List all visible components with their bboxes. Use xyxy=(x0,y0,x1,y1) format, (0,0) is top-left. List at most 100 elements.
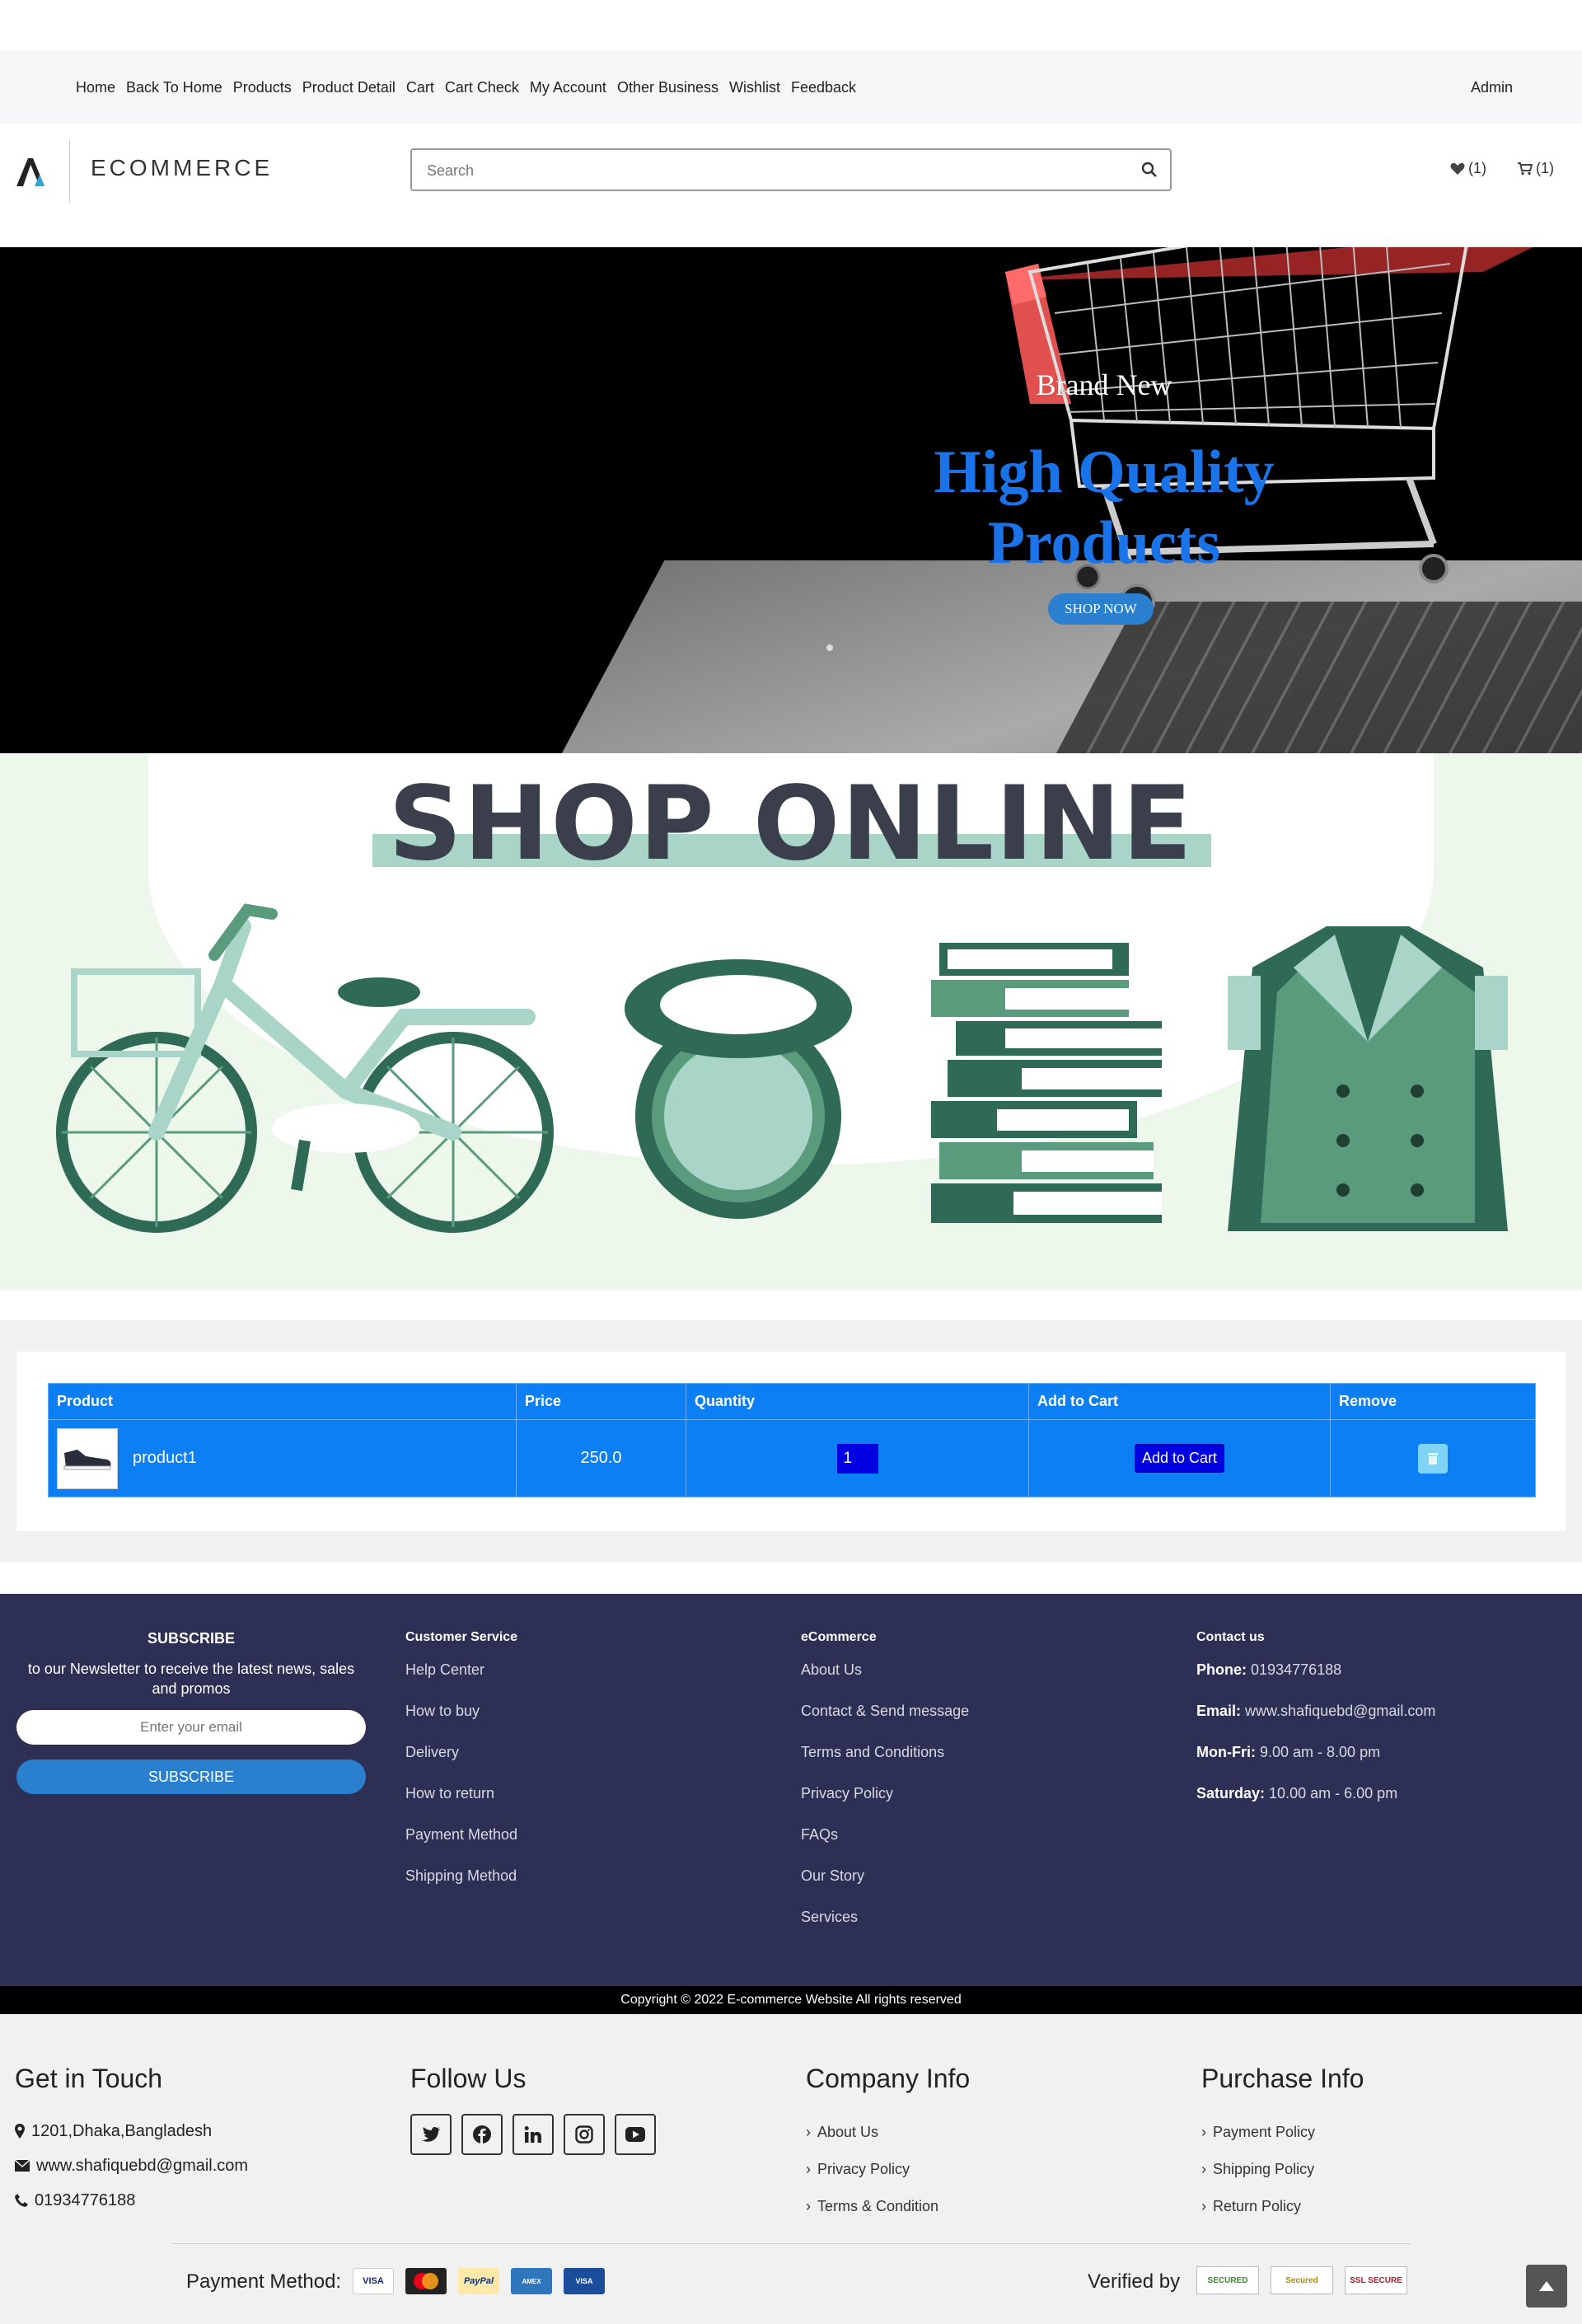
purchase-info-title: Purchase Info xyxy=(1201,2064,1364,2093)
email-item[interactable]: www.shafiquebd@gmail.com xyxy=(15,2148,248,2183)
product-name[interactable]: product1 xyxy=(133,1449,197,1468)
nav-item-products[interactable]: Products xyxy=(233,79,292,96)
nav-item-wishlist[interactable]: Wishlist xyxy=(729,79,780,96)
company-info-column: Company Info › About Us › Privacy Policy ›… xyxy=(806,2064,970,2225)
address-item: 1201,Dhaka,Bangladesh xyxy=(15,2114,248,2148)
chevron-right-icon: › xyxy=(1201,2198,1206,2214)
footer-link-services[interactable]: Services xyxy=(801,1909,969,1950)
twitter-icon[interactable] xyxy=(410,2114,452,2155)
nav-item-back-to-home[interactable]: Back To Home xyxy=(126,79,222,96)
footer-link-delivery[interactable]: Delivery xyxy=(405,1744,517,1785)
bicycle-illustration xyxy=(56,903,554,1233)
verified-by-label: Verified by xyxy=(1088,2270,1181,2293)
remove-cell xyxy=(1330,1419,1536,1497)
purchase-link-shipping-policy[interactable]: › Shipping Policy xyxy=(1201,2151,1364,2188)
nav-item-my-account[interactable]: My Account xyxy=(530,79,606,96)
chevron-right-icon: › xyxy=(1201,2161,1206,2177)
hero-headline: High Quality Products xyxy=(890,437,1318,579)
purchase-link-payment-policy[interactable]: › Payment Policy xyxy=(1201,2114,1364,2151)
subscribe-title: SUBSCRIBE xyxy=(147,1630,235,1647)
scroll-to-top-button[interactable] xyxy=(1526,2265,1567,2308)
company-link-about-us[interactable]: › About Us xyxy=(806,2114,970,2151)
nav-item-other-business[interactable]: Other Business xyxy=(617,79,718,96)
footer-link-privacy[interactable]: Privacy Policy xyxy=(801,1785,969,1826)
table-row: product1 250.0 Add to Cart xyxy=(48,1419,1536,1497)
chevron-right-icon: › xyxy=(1201,2124,1206,2140)
logo-mark-icon[interactable] xyxy=(15,155,51,188)
footer-link-how-to-return[interactable]: How to return xyxy=(405,1785,517,1826)
youtube-icon[interactable] xyxy=(615,2114,656,2155)
purchase-info-column: Purchase Info › Payment Policy › Shipping … xyxy=(1201,2064,1364,2225)
footer-divider xyxy=(171,2243,1411,2244)
payment-card-icons: VISA PayPal AMEX VISA xyxy=(353,2268,605,2294)
contact-column: Contact us Phone: 01934776188 Email: www… xyxy=(1196,1630,1435,1826)
instagram-icon[interactable] xyxy=(564,2114,605,2155)
footer-link-contact[interactable]: Contact & Send message xyxy=(801,1703,969,1744)
cart-icon xyxy=(1518,162,1533,175)
quantity-cell xyxy=(686,1419,1029,1497)
logo-text[interactable]: ECOMMERCE xyxy=(91,155,273,181)
top-nav-bar: Home Back To Home Products Product Detai… xyxy=(0,51,1582,124)
chevron-right-icon: › xyxy=(806,2161,811,2177)
hero-subtitle: Brand New xyxy=(1036,368,1172,401)
chevron-right-icon: › xyxy=(806,2198,811,2214)
visa-card-icon: VISA xyxy=(353,2268,394,2294)
heart-icon xyxy=(1450,162,1465,175)
footer-main: SUBSCRIBE to our Newsletter to receive t… xyxy=(0,1594,1582,1986)
linkedin-icon[interactable] xyxy=(513,2114,554,2155)
footer-link-payment-method[interactable]: Payment Method xyxy=(405,1826,517,1867)
footer-link-our-story[interactable]: Our Story xyxy=(801,1867,969,1909)
purchase-link-return-policy[interactable]: › Return Policy xyxy=(1201,2188,1364,2225)
company-link-privacy[interactable]: › Privacy Policy xyxy=(806,2151,970,2188)
nav-item-product-detail[interactable]: Product Detail xyxy=(302,79,396,96)
chevron-right-icon: › xyxy=(806,2124,811,2140)
col-price: Price xyxy=(516,1383,686,1420)
search-input[interactable] xyxy=(427,160,1119,181)
banner-title: SHOP ONLINE xyxy=(388,765,1194,883)
footer-link-terms[interactable]: Terms and Conditions xyxy=(801,1744,969,1785)
customer-service-title: Customer Service xyxy=(405,1630,518,1644)
secured-check-badge: Secured xyxy=(1271,2266,1333,2294)
hero-headline-line2: Products xyxy=(987,509,1221,577)
footer-link-faqs[interactable]: FAQs xyxy=(801,1826,969,1867)
shop-now-button[interactable]: SHOP NOW xyxy=(1048,593,1154,625)
nav-item-cart-check[interactable]: Cart Check xyxy=(445,79,519,96)
admin-link[interactable]: Admin xyxy=(1471,51,1513,124)
cart-count: (1) xyxy=(1536,160,1554,176)
paypal-card-icon: PayPal xyxy=(458,2268,499,2294)
add-to-cart-button[interactable]: Add to Cart xyxy=(1134,1444,1225,1473)
remove-button[interactable] xyxy=(1418,1443,1448,1474)
amex-card-icon: AMEX xyxy=(511,2268,552,2294)
wishlist-link[interactable]: (1) xyxy=(1450,160,1486,177)
col-remove: Remove xyxy=(1330,1383,1536,1420)
cart-link[interactable]: (1) xyxy=(1518,160,1554,177)
cart-table: Product Price Quantity Add to Cart Remov… xyxy=(48,1383,1536,1497)
coat-illustration xyxy=(1228,926,1508,1231)
col-product: Product xyxy=(48,1383,517,1420)
product-cell: product1 xyxy=(48,1419,517,1497)
subscribe-email-input[interactable] xyxy=(16,1710,366,1745)
company-link-terms[interactable]: › Terms & Condition xyxy=(806,2188,970,2225)
contact-weekday-hours: Mon-Fri: 9.00 am - 8.00 pm xyxy=(1196,1744,1381,1760)
facebook-icon[interactable] xyxy=(461,2114,503,2155)
nav-item-feedback[interactable]: Feedback xyxy=(791,79,856,96)
quantity-input[interactable] xyxy=(836,1443,878,1474)
get-in-touch-column: Get in Touch 1201,Dhaka,Bangladesh www.s… xyxy=(15,2064,248,2218)
nav-item-cart[interactable]: Cart xyxy=(406,79,434,96)
product-thumbnail[interactable] xyxy=(57,1427,118,1489)
col-quantity: Quantity xyxy=(686,1383,1029,1420)
footer-link-shipping-method[interactable]: Shipping Method xyxy=(405,1867,517,1909)
nav-item-home[interactable]: Home xyxy=(76,79,115,96)
copyright-bar: Copyright © 2022 E-commerce Website All … xyxy=(0,1986,1582,2014)
subscribe-button[interactable]: SUBSCRIBE xyxy=(16,1759,366,1794)
map-marker-icon xyxy=(15,2124,25,2139)
envelope-icon xyxy=(15,2160,30,2172)
footer-link-how-to-buy[interactable]: How to buy xyxy=(405,1703,517,1744)
footer-link-help-center[interactable]: Help Center xyxy=(405,1661,517,1703)
search-icon[interactable] xyxy=(1140,161,1158,179)
phone-item[interactable]: 01934776188 xyxy=(15,2183,248,2218)
slider-dot[interactable] xyxy=(826,644,833,651)
contact-saturday-hours: Saturday: 10.00 am - 6.00 pm xyxy=(1196,1785,1398,1802)
subscribe-block: SUBSCRIBE to our Newsletter to receive t… xyxy=(16,1630,366,1794)
footer-link-about-us[interactable]: About Us xyxy=(801,1661,969,1703)
